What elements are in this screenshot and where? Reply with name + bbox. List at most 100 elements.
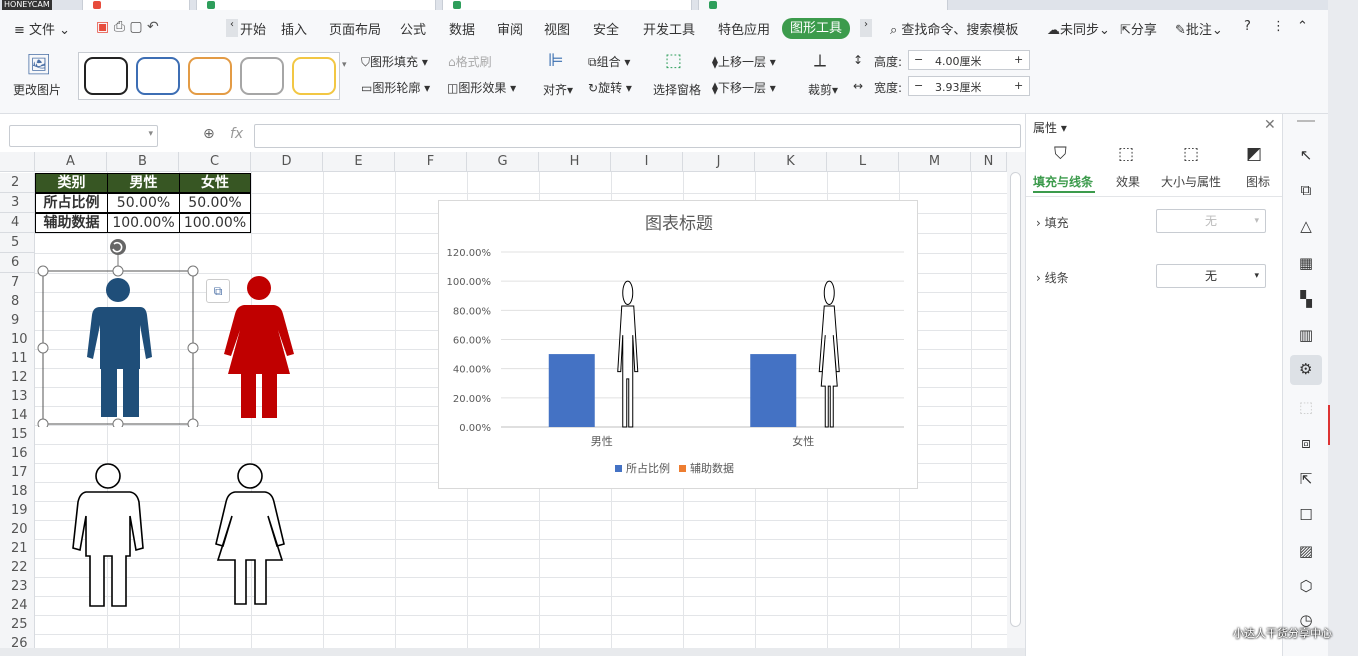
height-value[interactable]: 4.00厘米 — [935, 53, 982, 69]
change-picture-button[interactable]: 更改图片 — [13, 81, 61, 98]
width-value[interactable]: 3.93厘米 — [935, 79, 982, 95]
row-header[interactable]: 22 — [0, 558, 35, 578]
image-icon[interactable]: ▨ — [1295, 542, 1317, 564]
row-header[interactable]: 6 — [0, 253, 35, 273]
row-header[interactable]: 12 — [0, 368, 35, 388]
width-plus-button[interactable]: + — [1014, 79, 1023, 92]
sync-status[interactable]: ☁未同步⌄ — [1047, 19, 1110, 38]
table-cell[interactable]: 50.00% — [179, 193, 251, 213]
grid-icon[interactable]: ▚ — [1295, 290, 1317, 312]
col-header[interactable]: C — [179, 152, 251, 172]
col-header[interactable]: E — [323, 152, 395, 172]
table-cell[interactable]: 100.00% — [107, 213, 180, 233]
tab-home[interactable]: 开始 — [240, 19, 266, 38]
fill-select[interactable]: 无 ▾ — [1156, 209, 1266, 233]
col-header[interactable]: G — [467, 152, 539, 172]
row-header[interactable]: 16 — [0, 444, 35, 464]
col-header[interactable]: B — [107, 152, 179, 172]
row-header[interactable]: 23 — [0, 577, 35, 597]
select-pane-button[interactable]: 选择窗格 — [653, 81, 701, 98]
line-section[interactable]: › 线条 — [1036, 269, 1069, 286]
shape-outline-button[interactable]: ▭图形轮廓 ▾ — [361, 79, 430, 96]
file-menu[interactable]: ≡ 文件 ⌄ — [14, 19, 70, 38]
tab-fill-line[interactable]: 填充与线条 — [1033, 173, 1093, 190]
table-header-cell[interactable]: 女性 — [179, 173, 251, 193]
row-header[interactable]: 25 — [0, 615, 35, 635]
close-icon[interactable]: ✕ — [1264, 117, 1276, 133]
tab-special[interactable]: 特色应用 — [718, 19, 770, 38]
share-button[interactable]: ⇱分享 — [1120, 19, 1157, 38]
col-header[interactable]: A — [35, 152, 107, 172]
style-swatch[interactable] — [188, 57, 232, 95]
row-header[interactable]: 14 — [0, 406, 35, 426]
tab-formula[interactable]: 公式 — [400, 19, 426, 38]
style-swatch[interactable] — [136, 57, 180, 95]
row-header[interactable]: 10 — [0, 330, 35, 350]
doc-tab[interactable] — [196, 0, 436, 10]
col-header[interactable]: M — [899, 152, 971, 172]
doc-tab-active[interactable] — [698, 0, 948, 10]
annotate-button[interactable]: ✎批注⌄ — [1175, 19, 1223, 38]
panel-title[interactable]: 属性 ▾ — [1033, 119, 1067, 136]
shapes-icon[interactable]: ⧉ — [1295, 181, 1317, 203]
tab-security[interactable]: 安全 — [593, 19, 619, 38]
line-select[interactable]: 无 ▾ — [1156, 264, 1266, 288]
tab-view[interactable]: 视图 — [544, 19, 570, 38]
tab-icon[interactable]: 图标 — [1246, 173, 1270, 190]
width-minus-button[interactable]: − — [914, 79, 923, 92]
row-header[interactable]: 3 — [0, 193, 35, 213]
row-header[interactable]: 2 — [0, 173, 35, 193]
col-header[interactable]: H — [539, 152, 611, 172]
style-swatch[interactable] — [292, 57, 336, 95]
row-header[interactable]: 15 — [0, 425, 35, 445]
row-header[interactable]: 24 — [0, 596, 35, 616]
col-header[interactable]: K — [755, 152, 827, 172]
style-icon[interactable]: △ — [1295, 217, 1317, 239]
bring-forward-button[interactable]: ⧫上移一层 ▾ — [712, 53, 776, 70]
style-swatch[interactable] — [240, 57, 284, 95]
col-header[interactable]: I — [611, 152, 683, 172]
help-icon[interactable]: ? — [1244, 19, 1251, 37]
table-cell[interactable]: 辅助数据 — [35, 213, 108, 233]
table-header-cell[interactable]: 类别 — [35, 173, 108, 193]
export-icon[interactable]: ⇱ — [1295, 470, 1317, 492]
row-header[interactable]: 8 — [0, 292, 35, 312]
table-header-cell[interactable]: 男性 — [107, 173, 180, 193]
row-header[interactable]: 21 — [0, 539, 35, 559]
row-header[interactable]: 17 — [0, 463, 35, 483]
width-field[interactable]: − 3.93厘米 + — [908, 76, 1030, 96]
row-header[interactable]: 20 — [0, 520, 35, 540]
settings-sliders-button[interactable]: ⚙ — [1290, 355, 1322, 385]
col-header[interactable]: D — [251, 152, 323, 172]
col-header[interactable]: F — [395, 152, 467, 172]
group-button[interactable]: ⧉组合 ▾ — [588, 53, 630, 70]
formula-input[interactable] — [254, 124, 1021, 148]
hexagon-icon[interactable]: ⬡ — [1295, 577, 1317, 599]
height-field[interactable]: − 4.00厘米 + — [908, 50, 1030, 70]
tab-scroll-right-icon[interactable]: › — [860, 19, 872, 37]
gallery-expand-icon[interactable]: ▾ — [342, 60, 347, 70]
tab-insert[interactable]: 插入 — [281, 19, 307, 38]
archive-icon[interactable]: ☐ — [1295, 506, 1317, 528]
style-swatch[interactable] — [84, 57, 128, 95]
tab-developer[interactable]: 开发工具 — [643, 19, 695, 38]
table-cell[interactable]: 100.00% — [179, 213, 251, 233]
row-header[interactable]: 11 — [0, 349, 35, 369]
row-header[interactable]: 9 — [0, 311, 35, 331]
tab-page-layout[interactable]: 页面布局 — [329, 19, 381, 38]
tab-data[interactable]: 数据 — [449, 19, 475, 38]
doc-tab[interactable] — [442, 0, 692, 10]
tab-review[interactable]: 审阅 — [497, 19, 523, 38]
col-header[interactable]: L — [827, 152, 899, 172]
tab-shape-tools[interactable]: 图形工具 — [782, 18, 851, 39]
doc-tab[interactable] — [82, 0, 190, 10]
bar-chart-icon[interactable]: ▥ — [1295, 326, 1317, 348]
gallery-icon[interactable]: ⧈ — [1295, 434, 1317, 456]
row-header[interactable]: 4 — [0, 213, 35, 233]
table-icon[interactable]: ▦ — [1295, 254, 1317, 276]
row-header[interactable]: 7 — [0, 273, 35, 293]
col-header[interactable]: N — [971, 152, 1007, 172]
column-chart[interactable]: 图表标题 0.00% 20.00% 40.00% 60.00% 80.00% 100.00… — [438, 200, 918, 489]
search-command[interactable]: ⌕ 查找命令、搜索模板 — [890, 19, 1018, 38]
col-header[interactable]: J — [683, 152, 755, 172]
